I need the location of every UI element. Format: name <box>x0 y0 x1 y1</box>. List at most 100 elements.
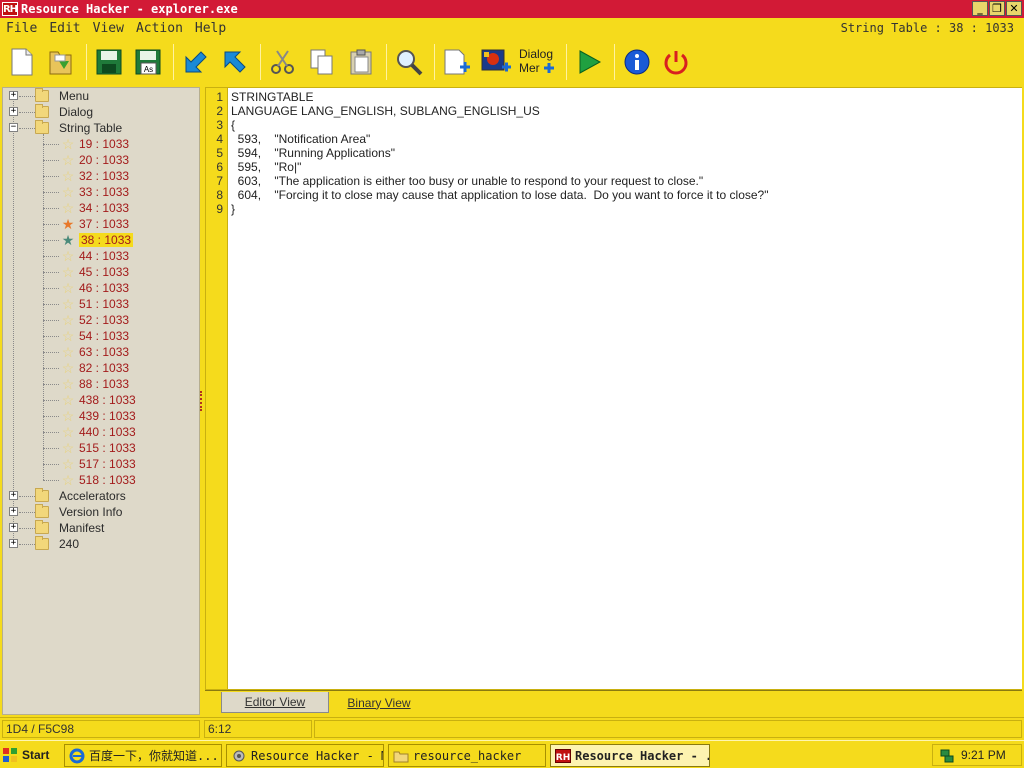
task-resource-hacker-folder[interactable]: resource_hacker <box>388 744 546 767</box>
expand-toggle[interactable]: + <box>9 523 18 532</box>
tree-item-manifest[interactable]: + Manifest <box>9 520 104 536</box>
tree-item-string-54[interactable]: ☆ 54 : 1033 <box>43 328 129 344</box>
tree-connector <box>43 192 59 193</box>
add-image-icon <box>481 49 511 72</box>
menu-view[interactable]: View <box>87 21 130 36</box>
code-line[interactable]: 604, "Forcing it to close may cause that… <box>231 188 769 202</box>
menu-help[interactable]: Help <box>189 21 232 36</box>
tree-item-string-32[interactable]: ☆ 32 : 1033 <box>43 168 129 184</box>
code-line[interactable]: STRINGTABLE <box>231 90 313 104</box>
code-line[interactable]: LANGUAGE LANG_ENGLISH, SUBLANG_ENGLISH_U… <box>231 104 540 118</box>
code-line[interactable]: } <box>231 202 235 216</box>
code-line[interactable]: 603, "The application is either too busy… <box>231 174 703 188</box>
tree-item-string-88[interactable]: ☆ 88 : 1033 <box>43 376 129 392</box>
tree-item-string-51[interactable]: ☆ 51 : 1033 <box>43 296 129 312</box>
tree-item-string-44[interactable]: ☆ 44 : 1033 <box>43 248 129 264</box>
tree-item-240[interactable]: + 240 <box>9 536 79 552</box>
panel-splitter[interactable] <box>200 87 204 715</box>
restore-button[interactable]: ❐ <box>989 1 1005 16</box>
tree-item-string-45[interactable]: ☆ 45 : 1033 <box>43 264 129 280</box>
code-editor[interactable]: STRINGTABLE LANGUAGE LANG_ENGLISH, SUBLA… <box>227 88 1022 689</box>
add-resource-button[interactable] <box>439 42 475 82</box>
tree-item-accelerators[interactable]: + Accelerators <box>9 488 126 504</box>
star-icon: ☆ <box>61 312 75 328</box>
tree-item-string-518[interactable]: ☆ 518 : 1033 <box>43 472 136 488</box>
task-browser[interactable]: 百度一下，你就知道... <box>64 744 222 767</box>
folder-icon <box>35 504 49 518</box>
tree-item-label: 439 : 1033 <box>79 409 136 423</box>
tree-item-string-52[interactable]: ☆ 52 : 1033 <box>43 312 129 328</box>
splitter-grip[interactable] <box>200 391 203 411</box>
task-resource-hacker-active[interactable]: RH Resource Hacker - ... <box>550 744 710 767</box>
save-button[interactable] <box>91 42 127 82</box>
new-button[interactable] <box>4 42 40 82</box>
tree-item-string-20[interactable]: ☆ 20 : 1033 <box>43 152 129 168</box>
scissors-icon <box>271 50 294 74</box>
paste-button[interactable] <box>343 42 379 82</box>
tree-connector <box>43 400 59 401</box>
tree-item-version-info[interactable]: + Version Info <box>9 504 122 520</box>
tree-item-string-517[interactable]: ☆ 517 : 1033 <box>43 456 136 472</box>
find-button[interactable] <box>391 42 427 82</box>
code-line[interactable]: { <box>231 118 235 132</box>
code-line[interactable]: 593, "Notification Area" <box>231 132 371 146</box>
copy-button[interactable] <box>304 42 340 82</box>
exit-button[interactable] <box>658 42 694 82</box>
tree-item-string-34[interactable]: ☆ 34 : 1033 <box>43 200 129 216</box>
tab-editor-view[interactable]: Editor View <box>221 692 329 713</box>
tree-item-string-82[interactable]: ☆ 82 : 1033 <box>43 360 129 376</box>
forward-button[interactable] <box>217 42 253 82</box>
tree-item-string-440[interactable]: ☆ 440 : 1033 <box>43 424 136 440</box>
about-button[interactable] <box>619 42 655 82</box>
tree-item-string-515[interactable]: ☆ 515 : 1033 <box>43 440 136 456</box>
line-number: 5 <box>216 146 223 160</box>
toolbar-separator <box>434 44 435 80</box>
clock[interactable]: 9:21 PM <box>961 748 1006 762</box>
tree-item-string-37[interactable]: ★ 37 : 1033 <box>43 216 129 232</box>
tree-item-label: Manifest <box>59 521 105 535</box>
tree-item-string-46[interactable]: ☆ 46 : 1033 <box>43 280 129 296</box>
menu-file[interactable]: File <box>0 21 43 36</box>
new-file-icon <box>11 48 33 76</box>
tree-connector <box>13 98 14 546</box>
tree-item-string-38[interactable]: ★ 38 : 1033 <box>43 232 134 248</box>
start-button[interactable]: Start <box>2 744 58 766</box>
tree-item-string-19[interactable]: ☆ 19 : 1033 <box>43 136 129 152</box>
open-button[interactable] <box>43 42 79 82</box>
tree-item-menu[interactable]: + Menu <box>9 88 89 104</box>
star-icon: ☆ <box>61 296 75 312</box>
tree-connector <box>43 304 59 305</box>
toolbar-separator <box>173 44 174 80</box>
expand-toggle[interactable]: + <box>9 491 18 500</box>
back-button[interactable] <box>178 42 214 82</box>
tree-item-string-439[interactable]: ☆ 439 : 1033 <box>43 408 136 424</box>
network-icon[interactable] <box>939 748 955 764</box>
tab-binary-view[interactable]: Binary View <box>329 692 429 713</box>
code-line[interactable]: 594, "Running Applications" <box>231 146 395 160</box>
tree-item-string-table[interactable]: − String Table <box>9 120 122 136</box>
save-as-button[interactable]: As <box>130 42 166 82</box>
close-button[interactable]: ✕ <box>1006 1 1022 16</box>
cut-button[interactable] <box>265 42 301 82</box>
expand-toggle[interactable]: + <box>9 91 18 100</box>
menu-edit[interactable]: Edit <box>43 21 86 36</box>
minimize-button[interactable]: _ <box>972 1 988 16</box>
task-resource-hacker-1[interactable]: Resource Hacker - My... <box>226 744 384 767</box>
tree-item-string-438[interactable]: ☆ 438 : 1033 <box>43 392 136 408</box>
star-icon: ☆ <box>61 264 75 280</box>
tree-item-dialog[interactable]: + Dialog <box>9 104 93 120</box>
collapse-toggle[interactable]: − <box>9 123 18 132</box>
compile-button[interactable] <box>571 42 607 82</box>
resource-tree[interactable]: + Menu + Dialog − String Table ☆ 19 : 103… <box>2 87 200 715</box>
tree-connector <box>43 240 59 241</box>
code-line[interactable]: 595, "Ro|" <box>231 160 302 174</box>
tree-item-string-33[interactable]: ☆ 33 : 1033 <box>43 184 129 200</box>
menu-action[interactable]: Action <box>130 21 189 36</box>
star-icon: ☆ <box>61 344 75 360</box>
expand-toggle[interactable]: + <box>9 507 18 516</box>
add-image-button[interactable] <box>478 42 514 82</box>
dialog-merge-button[interactable]: Dialog Mer <box>517 42 559 82</box>
expand-toggle[interactable]: + <box>9 539 18 548</box>
expand-toggle[interactable]: + <box>9 107 18 116</box>
tree-item-string-63[interactable]: ☆ 63 : 1033 <box>43 344 129 360</box>
